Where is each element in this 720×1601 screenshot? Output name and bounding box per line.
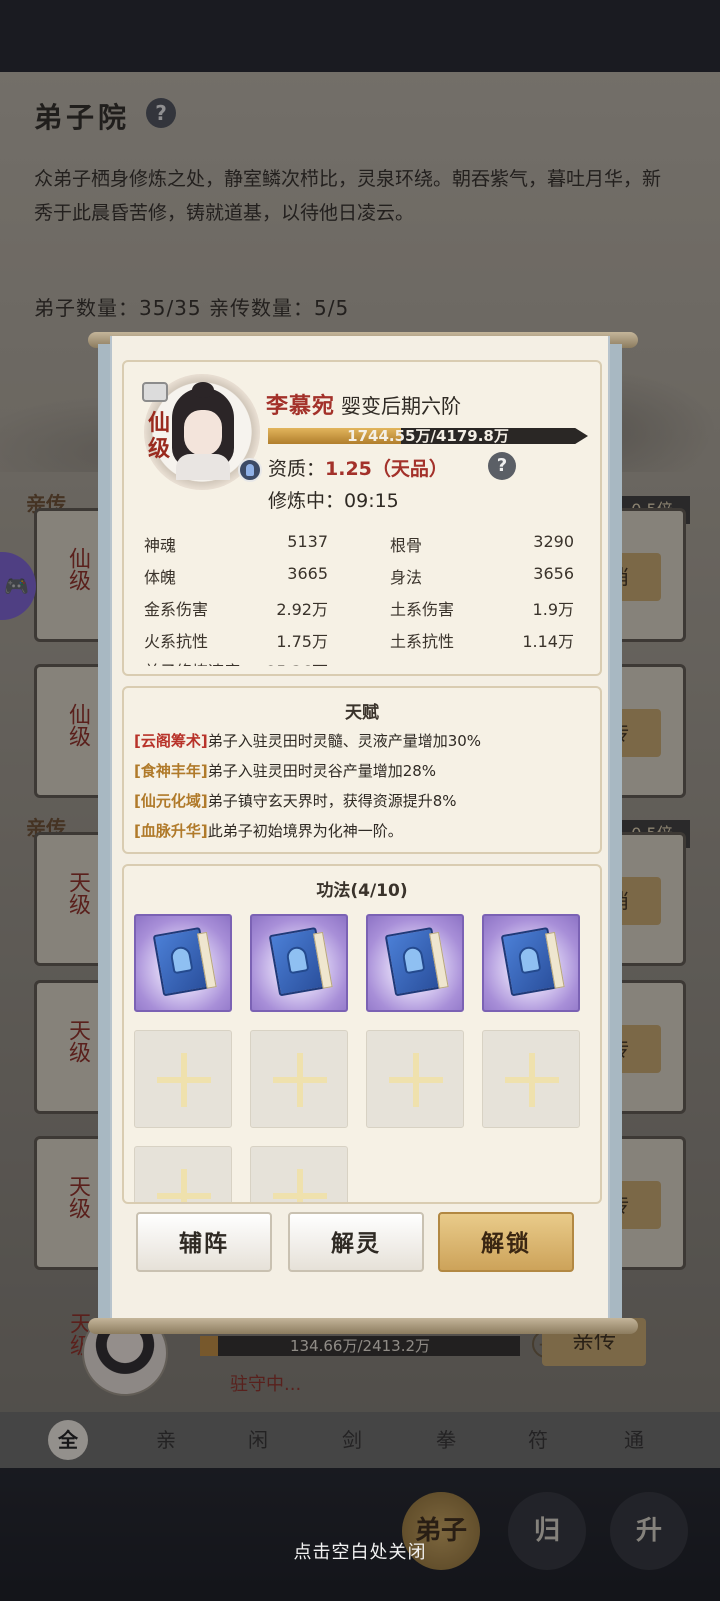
empty-technique-slot[interactable] <box>366 1030 464 1128</box>
skill-book-icon <box>268 926 336 1001</box>
plus-icon <box>505 1053 559 1107</box>
card-icon <box>142 382 168 402</box>
disciple-detail-modal: 仙级 李慕宛 婴变后期六阶 1744.55万/4179.8万 资质：1.25（天品… <box>110 336 610 1332</box>
scroll-rod-bottom <box>88 1318 638 1334</box>
cultivation-progress-text: 1744.55万/4179.8万 <box>347 427 509 445</box>
stat-label: 土系伤害 <box>390 600 455 619</box>
talent-item: [血脉升华]此弟子初始境界为化神一阶。 <box>134 820 403 841</box>
plus-icon <box>273 1053 327 1107</box>
disciple-name: 李慕宛 <box>266 393 336 419</box>
stat-label: 根骨 <box>390 536 423 555</box>
aptitude-label: 资质： <box>268 458 326 480</box>
stat-value: 3665 <box>287 564 328 583</box>
skill-book-icon <box>152 926 220 1001</box>
plus-icon <box>157 1169 211 1202</box>
empty-technique-slot[interactable] <box>250 1030 348 1128</box>
technique-slot[interactable] <box>134 914 232 1012</box>
stat-label: 体魄 <box>144 568 177 587</box>
close-hint: 点击空白处关闭 <box>293 1542 427 1563</box>
stat-value: 3656 <box>533 564 574 583</box>
grade-tag: 仙级 <box>148 410 171 462</box>
plus-icon <box>389 1053 443 1107</box>
aptitude-help-button[interactable]: ? <box>488 452 516 480</box>
release-spirit-button[interactable]: 解灵 <box>288 1212 424 1272</box>
aptitude-value: 1.25（天品） <box>325 458 448 480</box>
cultivation-progress-bar: 1744.55万/4179.8万 <box>268 428 588 444</box>
stats-grid[interactable]: 神魂 5137 根骨 3290 体魄 3665 身法 3656 金系伤害 2.92万 土系… <box>144 532 574 666</box>
skill-book-icon <box>384 926 452 1001</box>
talent-name: [食神丰年] <box>134 762 208 780</box>
stat-label: 弟子修炼速度 <box>144 658 240 666</box>
talent-panel: 天赋 [云阁筹术]弟子入驻灵田时灵髓、灵液产量增加30% [食神丰年]弟子入驻灵… <box>122 686 602 854</box>
stat-value: 1.14万 <box>522 632 574 651</box>
stat-value: 1.75万 <box>276 632 328 651</box>
technique-panel[interactable]: 功法(4/10) <box>122 864 602 1204</box>
talent-item: [食神丰年]弟子入驻灵田时灵谷产量增加28% <box>134 760 436 781</box>
stat-label: 身法 <box>390 568 423 587</box>
stat-label: 金系伤害 <box>144 600 209 619</box>
talent-desc: 弟子入驻灵田时灵髓、灵液产量增加30% <box>207 732 482 750</box>
talent-name: [云阁筹术] <box>134 732 208 750</box>
stat-label: 火系抗性 <box>144 632 209 651</box>
technique-slot[interactable] <box>250 914 348 1012</box>
training-time: 09:15 <box>344 490 399 512</box>
profile-panel: 仙级 李慕宛 婴变后期六阶 1744.55万/4179.8万 资质：1.25（天品… <box>122 360 602 676</box>
stat-value: 1.9万 <box>532 600 574 619</box>
technique-title: 功法(4/10) <box>316 881 408 901</box>
technique-slot[interactable] <box>482 914 580 1012</box>
talent-desc: 弟子入驻灵田时灵谷产量增加28% <box>207 762 437 780</box>
talent-desc: 此弟子初始境界为化神一阶。 <box>207 822 403 840</box>
water-element-icon <box>238 458 262 482</box>
unlock-button[interactable]: 解锁 <box>438 1212 574 1272</box>
name-row: 李慕宛 婴变后期六阶 <box>266 388 461 420</box>
stat-value: 5137 <box>287 532 328 551</box>
training-label: 修炼中： <box>268 490 345 512</box>
plus-icon <box>157 1053 211 1107</box>
aptitude-row: 资质：1.25（天品） <box>268 454 448 481</box>
technique-slot[interactable] <box>366 914 464 1012</box>
plus-icon <box>273 1169 327 1202</box>
stat-value: 25.36万 <box>266 658 328 666</box>
talent-desc: 弟子镇守玄天界时，获得资源提升8% <box>207 792 457 810</box>
disciple-realm: 婴变后期六阶 <box>341 394 462 418</box>
talent-name: [血脉升华] <box>134 822 208 840</box>
training-row: 修炼中：09:15 <box>268 486 399 513</box>
skill-book-icon <box>500 926 568 1001</box>
empty-technique-slot[interactable] <box>482 1030 580 1128</box>
stat-label: 土系抗性 <box>390 632 455 651</box>
empty-technique-slot[interactable] <box>134 1146 232 1202</box>
stat-value: 3290 <box>533 532 574 551</box>
talent-name: [仙元化域] <box>134 792 208 810</box>
avatar-portrait <box>168 382 238 480</box>
avatar: 仙级 <box>134 374 262 494</box>
talent-item: [云阁筹术]弟子入驻灵田时灵髓、灵液产量增加30% <box>134 730 481 751</box>
empty-technique-slot[interactable] <box>250 1146 348 1202</box>
empty-technique-slot[interactable] <box>134 1030 232 1128</box>
talent-title: 天赋 <box>345 703 379 723</box>
stat-label: 神魂 <box>144 536 177 555</box>
assist-formation-button[interactable]: 辅阵 <box>136 1212 272 1272</box>
talent-item: [仙元化域]弟子镇守玄天界时，获得资源提升8% <box>134 790 457 811</box>
stat-value: 2.92万 <box>276 600 328 619</box>
scroll-edge-right <box>608 344 622 1324</box>
